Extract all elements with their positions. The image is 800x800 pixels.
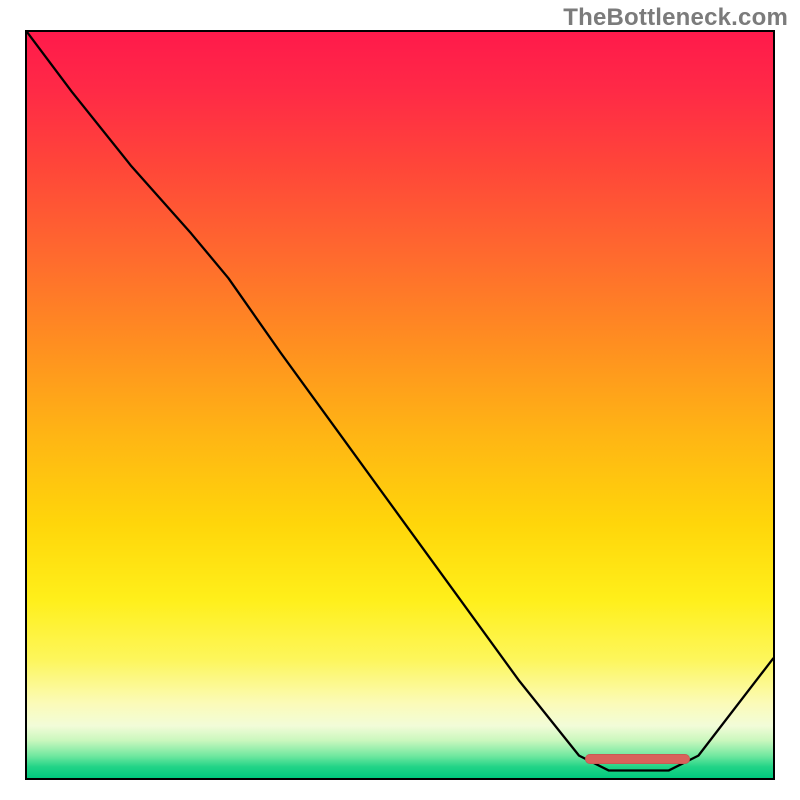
plot-area [25,30,775,780]
chart-container: TheBottleneck.com [0,0,800,800]
optimal-zone-marker [585,754,690,764]
bottleneck-curve [27,32,773,778]
watermark-label: TheBottleneck.com [563,4,788,32]
